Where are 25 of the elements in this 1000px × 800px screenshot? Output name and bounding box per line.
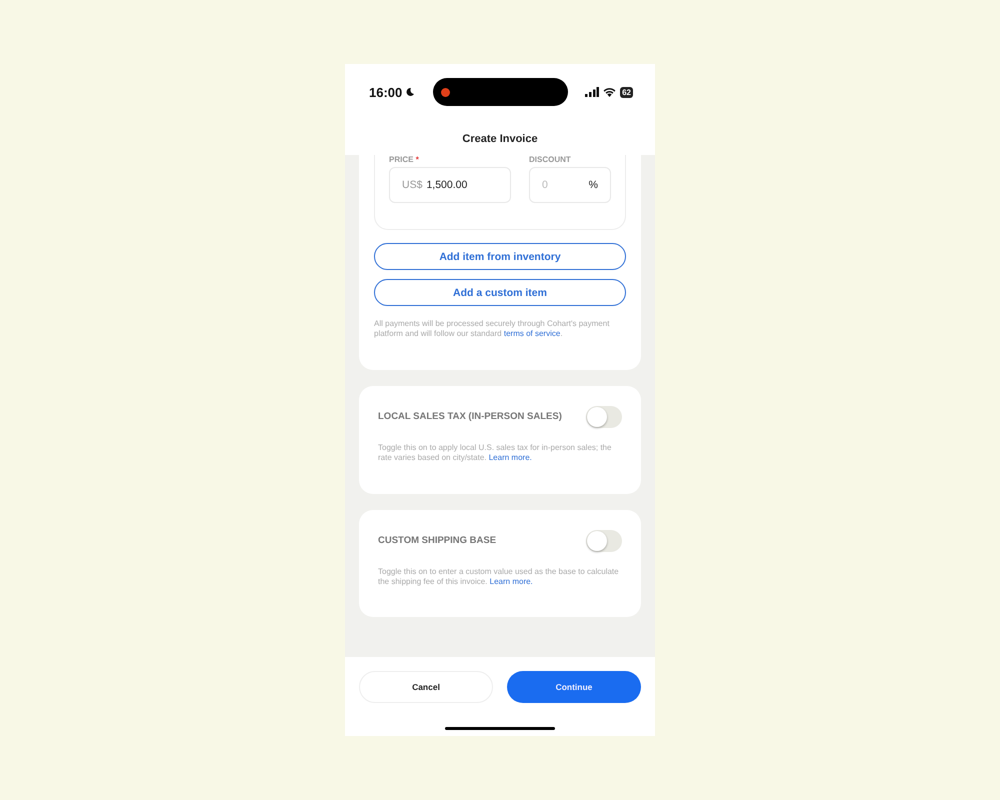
learn-more-link[interactable]: Learn more. [490, 576, 533, 586]
learn-more-link[interactable]: Learn more. [488, 453, 532, 462]
toggle-switch[interactable] [586, 406, 622, 428]
price-label: PRICE * [389, 155, 420, 164]
setting-title: CUSTOM SHIPPING BASE [378, 535, 496, 546]
add-item-button[interactable]: Add item from inventory [374, 243, 626, 270]
setting-title: LOCAL SALES TAX (IN-PERSON SALES) [378, 411, 562, 422]
setting-description: Toggle this on to apply local U.S. sales tax for in-person sales; the rate varies based on city/state. Learn more. [378, 442, 612, 464]
moon-icon [405, 87, 416, 97]
setting-description: Toggle this on to enter a custom value used as the base to calculate the shipping fee of this invoice. Learn more. [378, 566, 620, 588]
price-field[interactable]: US$ 1,500.00 [389, 167, 511, 203]
screen-title: Create Invoice [461, 133, 539, 145]
toggle-switch[interactable] [586, 530, 622, 552]
discount-label: DISCOUNT [529, 155, 572, 164]
continue-button[interactable]: Continue [507, 671, 641, 703]
recording-dot-icon [440, 88, 450, 96]
status-time: 16:00 [369, 84, 416, 100]
battery-level: 62 [620, 86, 633, 98]
add-item-button[interactable]: Add a custom item [374, 279, 626, 306]
discount-field[interactable]: 0 % [529, 167, 611, 203]
signal-icon [585, 87, 600, 97]
payment-disclaimer: All payments will be processed securely through Cohart's payment platform and will follow our standard terms of service. [374, 319, 610, 340]
wifi-icon [603, 87, 616, 97]
cancel-button[interactable]: Cancel [359, 671, 493, 703]
terms-link[interactable]: terms of service [504, 329, 560, 338]
